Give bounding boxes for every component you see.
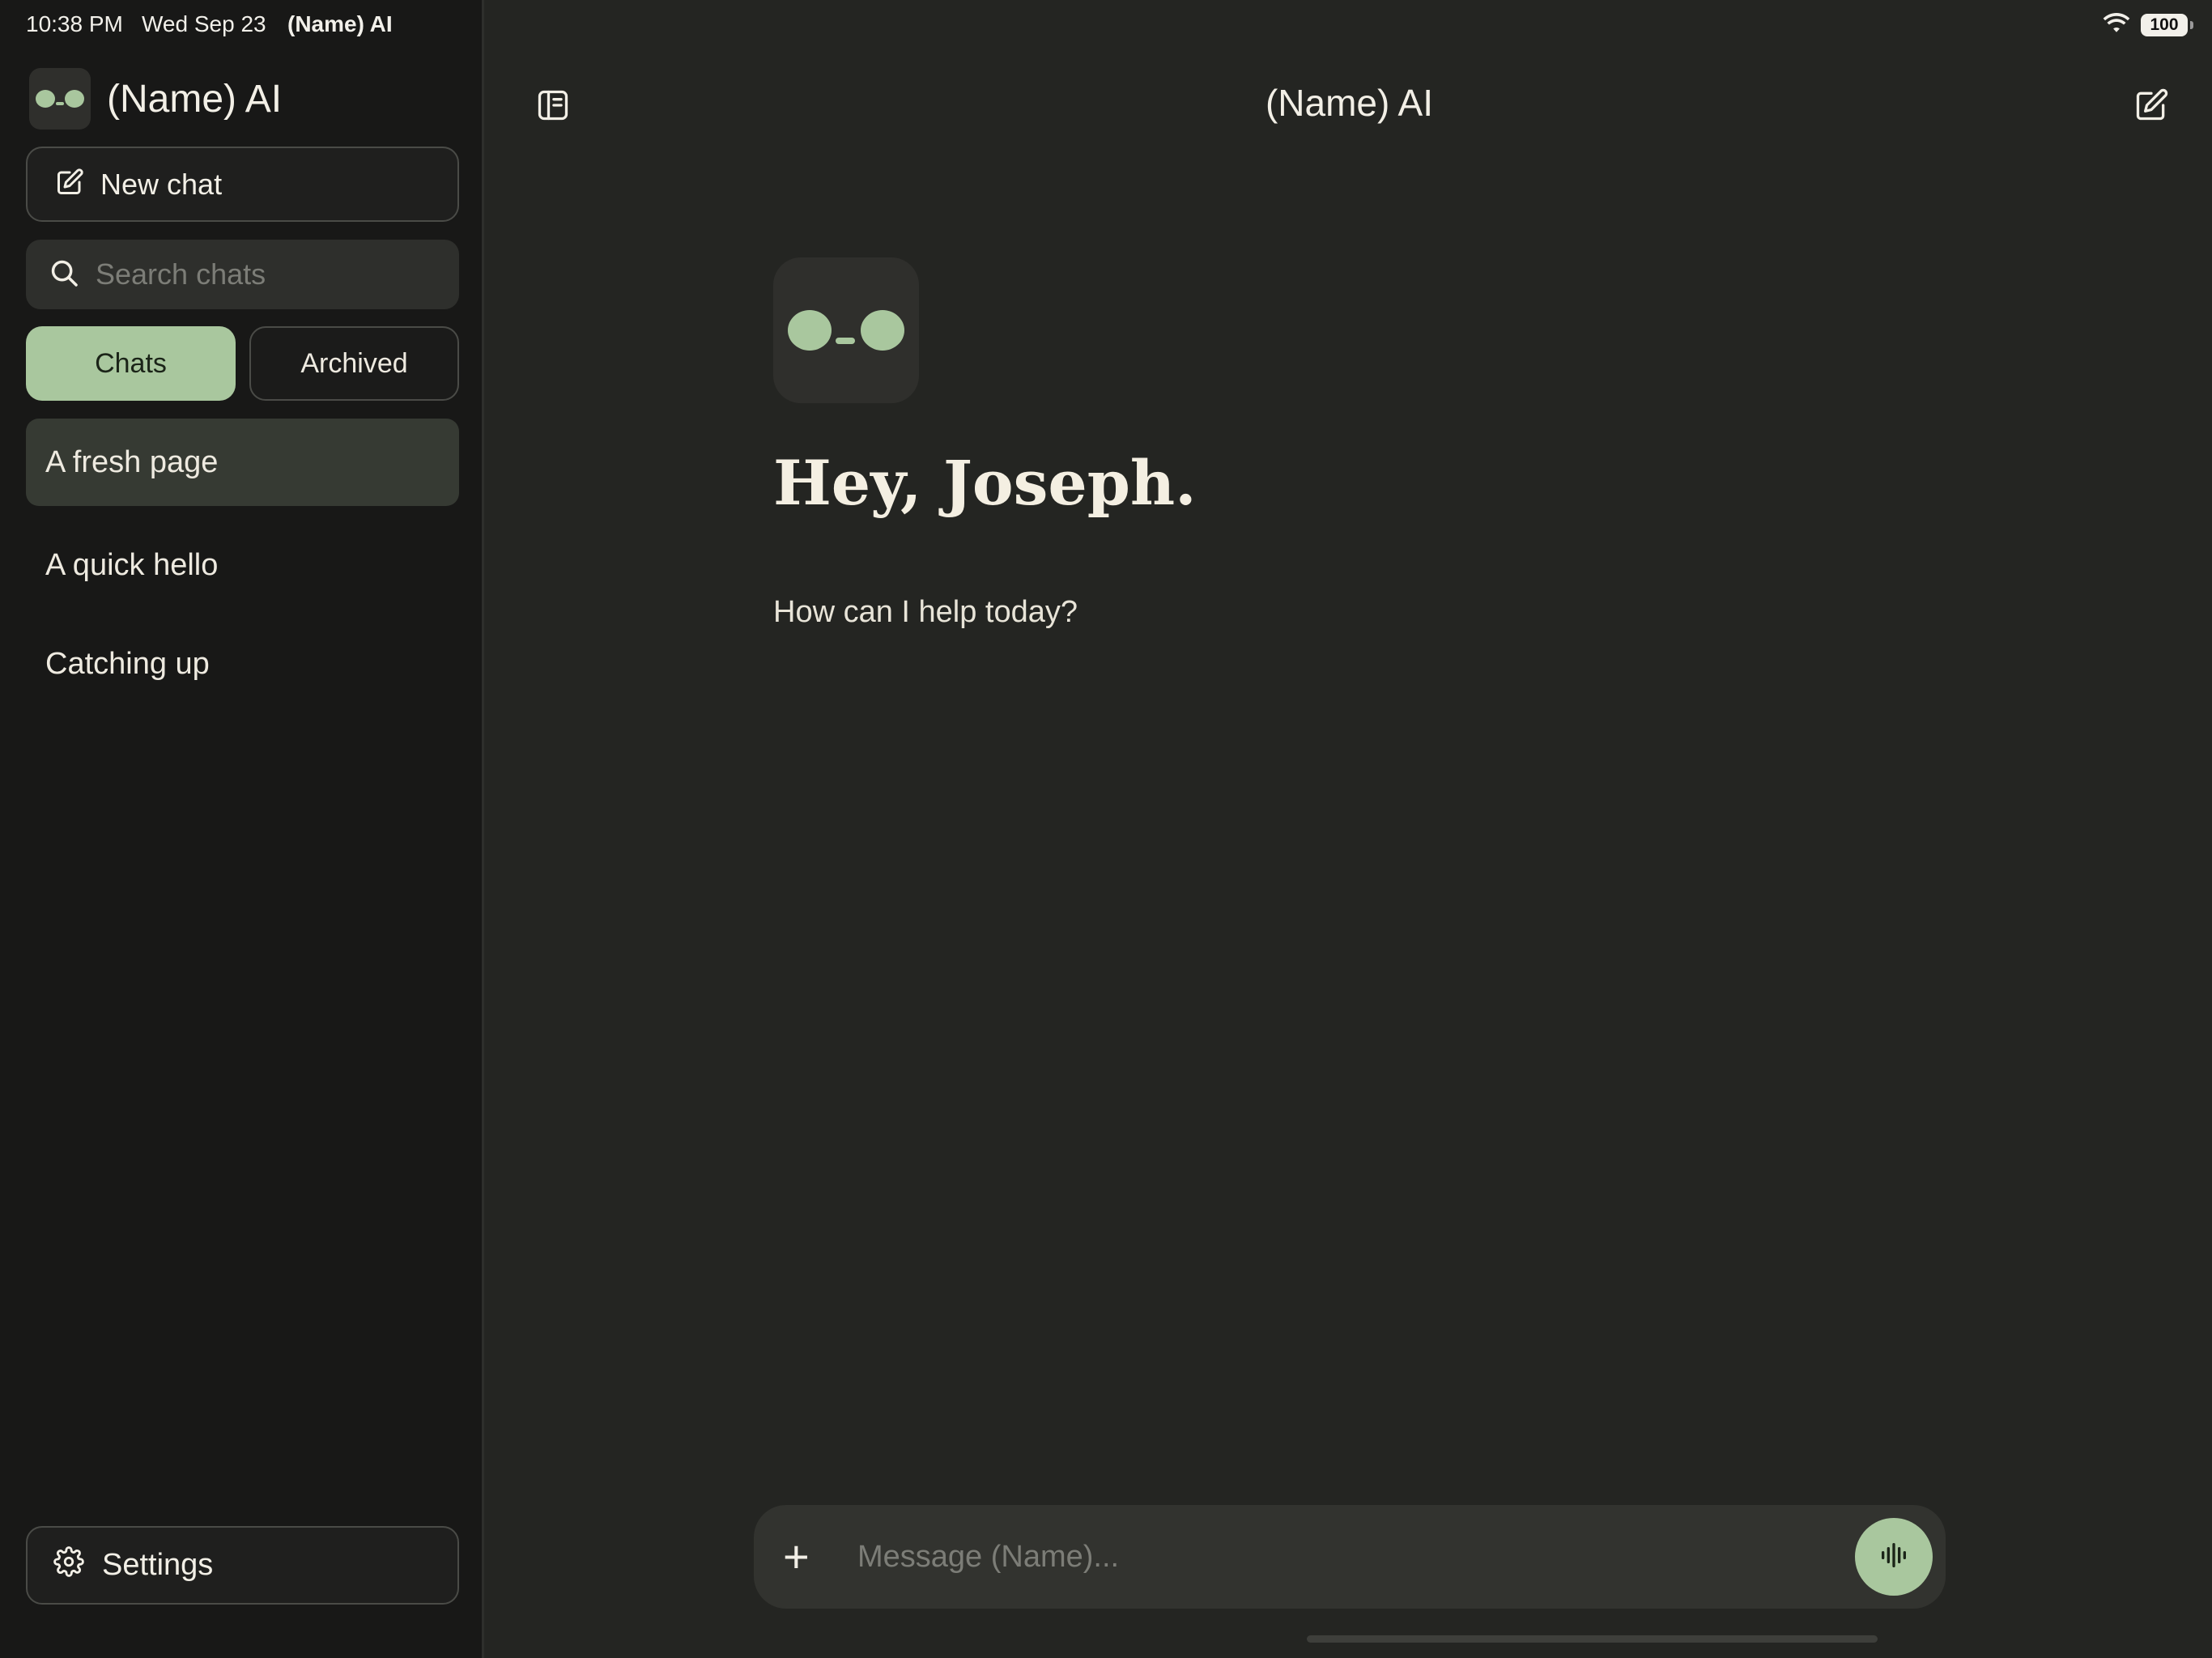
assistant-avatar-icon (773, 257, 919, 403)
greeting-heading: Hey, Joseph. (773, 447, 1197, 519)
status-indicators: 100 (2102, 11, 2193, 38)
battery-icon: 100 (2141, 13, 2193, 36)
greeting-subtitle: How can I help today? (773, 595, 1078, 629)
message-input[interactable] (857, 1539, 1855, 1575)
compose-icon (55, 168, 84, 201)
screen: (Name) AI New chat Chats Archived A fr (0, 0, 2212, 1658)
home-indicator (1307, 1635, 1878, 1643)
chat-list-item[interactable]: Catching up (26, 620, 459, 708)
search-input[interactable] (96, 257, 444, 291)
status-time: 10:38 PM (26, 11, 123, 36)
battery-level: 100 (2150, 15, 2179, 34)
gear-icon (53, 1545, 84, 1585)
app-logo-icon (29, 68, 91, 130)
sidebar-brand: (Name) AI (29, 68, 282, 130)
search-box (26, 240, 459, 309)
compose-icon (2133, 87, 2169, 127)
tab-chats[interactable]: Chats (26, 326, 236, 401)
chat-list-item[interactable]: A fresh page (26, 419, 459, 506)
settings-label: Settings (102, 1548, 214, 1582)
app-name: (Name) AI (107, 77, 283, 121)
sidebar: (Name) AI New chat Chats Archived A fr (0, 0, 484, 1658)
page-title: (Name) AI (1265, 82, 1434, 124)
new-chat-label: New chat (100, 167, 223, 201)
main-panel: (Name) AI Hey, Joseph. How can I help to… (487, 0, 2212, 1658)
tab-archived[interactable]: Archived (249, 326, 459, 401)
status-app-name: (Name) AI (287, 11, 393, 36)
plus-icon[interactable]: + (783, 1534, 832, 1579)
new-chat-button[interactable]: New chat (26, 147, 459, 222)
message-composer: + (754, 1505, 1946, 1609)
search-icon (49, 257, 79, 292)
new-chat-compose-button[interactable] (2129, 84, 2174, 130)
settings-button[interactable]: Settings (26, 1526, 459, 1605)
wifi-icon (2102, 11, 2131, 38)
voice-input-button[interactable] (1855, 1518, 1933, 1596)
waveform-icon (1878, 1539, 1910, 1575)
status-date: Wed Sep 23 (142, 11, 266, 36)
chat-list-item[interactable]: A quick hello (26, 521, 459, 609)
